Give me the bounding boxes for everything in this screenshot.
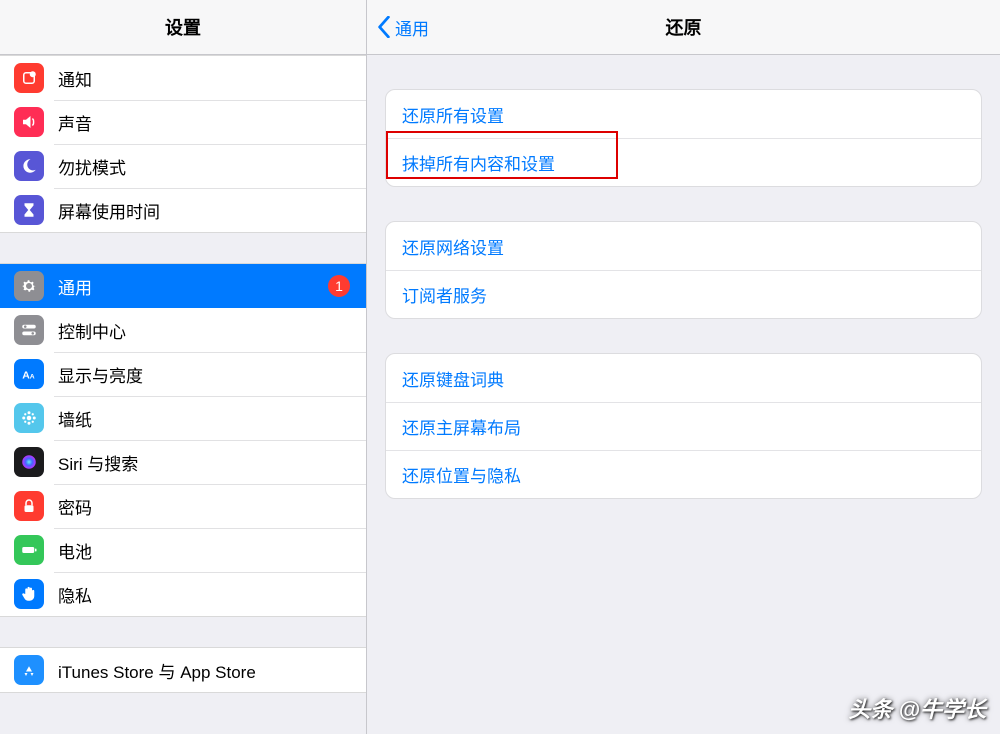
sidebar-title: 设置 — [165, 14, 201, 40]
sidebar-item-gear[interactable]: 通用 1 — [0, 264, 366, 308]
chevron-left-icon — [377, 16, 391, 38]
moon-icon — [14, 151, 44, 181]
reset-option[interactable]: 还原位置与隐私 — [386, 450, 981, 498]
hand-icon — [14, 579, 44, 609]
sidebar-item-label: Siri 与搜索 — [58, 450, 138, 475]
sidebar-item-moon[interactable]: 勿扰模式 — [0, 144, 366, 188]
sidebar-group: 通用 1 控制中心 AA 显示与亮度墙纸 Siri 与搜索密码电池隐私 — [0, 263, 366, 617]
hourglass-icon — [14, 195, 44, 225]
sidebar-item-label: 通知 — [58, 66, 92, 91]
back-label: 通用 — [395, 15, 429, 40]
switches-icon — [14, 315, 44, 345]
content-group: 还原键盘词典还原主屏幕布局还原位置与隐私 — [385, 353, 982, 499]
back-button[interactable]: 通用 — [367, 15, 429, 40]
notifications-icon — [14, 63, 44, 93]
content-group: 还原网络设置订阅者服务 — [385, 221, 982, 319]
svg-text:A: A — [30, 374, 35, 381]
sidebar-item-label: 通用 — [58, 274, 92, 299]
reset-option[interactable]: 还原网络设置 — [386, 222, 981, 270]
appstore-icon — [14, 655, 44, 685]
content-title: 还原 — [367, 14, 1000, 40]
sidebar-item-label: 勿扰模式 — [58, 154, 126, 179]
sidebar-item-battery[interactable]: 电池 — [0, 528, 366, 572]
battery-icon — [14, 535, 44, 565]
content-body: 还原所有设置抹掉所有内容和设置还原网络设置订阅者服务还原键盘词典还原主屏幕布局还… — [367, 55, 1000, 499]
sidebar-group: 通知声音勿扰模式屏幕使用时间 — [0, 55, 366, 233]
content-group: 还原所有设置抹掉所有内容和设置 — [385, 89, 982, 187]
reset-option[interactable]: 还原键盘词典 — [386, 354, 981, 402]
sidebar-item-label: 显示与亮度 — [58, 362, 143, 387]
sidebar-item-hourglass[interactable]: 屏幕使用时间 — [0, 188, 366, 232]
reset-option[interactable]: 订阅者服务 — [386, 270, 981, 318]
settings-app: 设置 通知声音勿扰模式屏幕使用时间通用1控制中心AA显示与亮度墙纸Siri 与搜… — [0, 0, 1000, 734]
sidebar-item-wallpaper[interactable]: 墙纸 — [0, 396, 366, 440]
sidebar-item-switches[interactable]: 控制中心 — [0, 308, 366, 352]
sidebar-item-label: 声音 — [58, 110, 92, 135]
sidebar-item-label: iTunes Store 与 App Store — [58, 658, 256, 683]
content-pane: 通用 还原 还原所有设置抹掉所有内容和设置还原网络设置订阅者服务还原键盘词典还原… — [367, 0, 1000, 734]
sound-icon — [14, 107, 44, 137]
sidebar-item-label: 电池 — [58, 538, 92, 563]
lock-icon — [14, 491, 44, 521]
siri-icon — [14, 447, 44, 477]
reset-option[interactable]: 抹掉所有内容和设置 — [386, 138, 981, 186]
gear-icon — [14, 271, 44, 301]
sidebar-header: 设置 — [0, 0, 366, 55]
reset-option[interactable]: 还原所有设置 — [386, 90, 981, 138]
sidebar-item-label: 控制中心 — [58, 318, 126, 343]
sidebar-item-label: 隐私 — [58, 582, 92, 607]
sidebar-item-sound[interactable]: 声音 — [0, 100, 366, 144]
sidebar-item-text-size[interactable]: AA 显示与亮度 — [0, 352, 366, 396]
sidebar-item-label: 屏幕使用时间 — [58, 198, 160, 223]
sidebar-item-siri[interactable]: Siri 与搜索 — [0, 440, 366, 484]
sidebar-item-lock[interactable]: 密码 — [0, 484, 366, 528]
content-header: 通用 还原 — [367, 0, 1000, 55]
sidebar-item-notifications[interactable]: 通知 — [0, 56, 366, 100]
sidebar-item-label: 墙纸 — [58, 406, 92, 431]
notification-badge: 1 — [328, 275, 350, 297]
text-size-icon: AA — [14, 359, 44, 389]
reset-option[interactable]: 还原主屏幕布局 — [386, 402, 981, 450]
sidebar-item-appstore[interactable]: iTunes Store 与 App Store — [0, 648, 366, 692]
sidebar-item-hand[interactable]: 隐私 — [0, 572, 366, 616]
wallpaper-icon — [14, 403, 44, 433]
sidebar: 设置 通知声音勿扰模式屏幕使用时间通用 1 控制中心 AA 显示与亮度墙纸 Siri 与搜… — [0, 0, 367, 734]
sidebar-item-label: 密码 — [58, 494, 92, 519]
sidebar-group: iTunes Store 与 App Store — [0, 647, 366, 693]
